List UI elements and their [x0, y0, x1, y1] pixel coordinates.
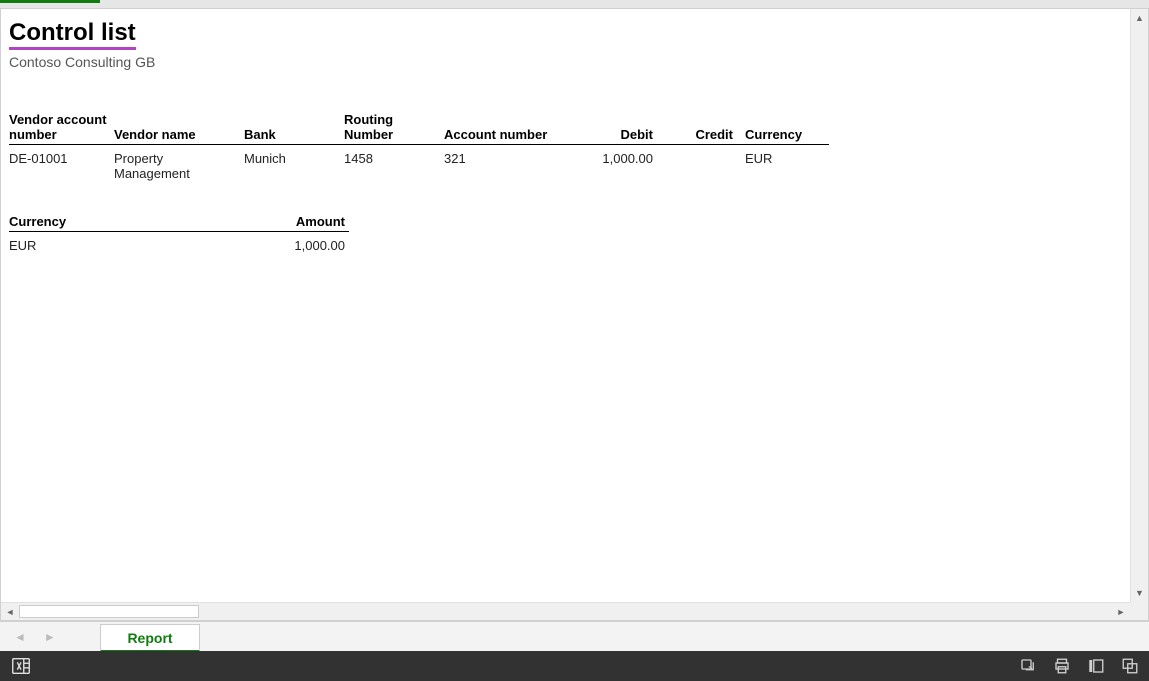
scell-amount: 1,000.00: [209, 232, 349, 260]
scroll-corner: [1130, 602, 1148, 620]
page-layout-icon[interactable]: [1087, 657, 1105, 675]
status-left: [10, 655, 32, 677]
table-row: DE-01001 Property Management Munich 1458…: [9, 145, 829, 188]
report-viewer: Control list Contoso Consulting GB Vendo…: [0, 8, 1149, 621]
col-vendor-account: Vendor account number: [9, 110, 114, 145]
col-debit: Debit: [594, 110, 659, 145]
scroll-left-icon[interactable]: ◄: [1, 603, 19, 620]
scroll-up-icon[interactable]: ▲: [1131, 9, 1148, 27]
vertical-scrollbar[interactable]: ▲ ▼: [1130, 9, 1148, 602]
vendor-table: Vendor account number Vendor name Bank R…: [9, 110, 829, 187]
sheet-tab-bar: ◄ ► Report: [0, 621, 1149, 651]
fullscreen-icon[interactable]: [1121, 657, 1139, 675]
refresh-icon[interactable]: [1019, 657, 1037, 675]
col-bank: Bank: [244, 110, 344, 145]
cell-bank: Munich: [244, 145, 344, 188]
col-account: Account number: [444, 110, 594, 145]
table-header-row: Vendor account number Vendor name Bank R…: [9, 110, 829, 145]
summary-table: Currency Amount EUR 1,000.00: [9, 212, 349, 259]
col-credit: Credit: [659, 110, 739, 145]
sheet-nav: ◄ ►: [0, 622, 100, 651]
scol-amount: Amount: [209, 212, 349, 232]
summary-header-row: Currency Amount: [9, 212, 349, 232]
scell-currency: EUR: [9, 232, 209, 260]
col-currency: Currency: [739, 110, 829, 145]
tab-report[interactable]: Report: [100, 624, 200, 652]
summary-row: EUR 1,000.00: [9, 232, 349, 260]
vscroll-track[interactable]: [1131, 27, 1148, 584]
cell-debit: 1,000.00: [594, 145, 659, 188]
status-right: [1019, 657, 1139, 675]
company-name: Contoso Consulting GB: [9, 54, 1122, 70]
hscroll-thumb[interactable]: [19, 605, 199, 618]
document-viewport: Control list Contoso Consulting GB Vendo…: [1, 9, 1130, 602]
scroll-right-icon[interactable]: ►: [1112, 603, 1130, 620]
col-vendor-name: Vendor name: [114, 110, 244, 145]
cell-account: 321: [444, 145, 594, 188]
cell-currency: EUR: [739, 145, 829, 188]
cell-credit: [659, 145, 739, 188]
report-title: Control list: [9, 19, 136, 50]
status-bar: [0, 651, 1149, 681]
col-routing: Routing Number: [344, 110, 444, 145]
print-icon[interactable]: [1053, 657, 1071, 675]
cell-vendor-name: Property Management: [114, 145, 244, 188]
scroll-down-icon[interactable]: ▼: [1131, 584, 1148, 602]
active-tab-indicator: [0, 0, 100, 3]
next-sheet-icon[interactable]: ►: [44, 630, 56, 644]
scol-currency: Currency: [9, 212, 209, 232]
top-strip: [0, 0, 1149, 8]
hscroll-track[interactable]: [19, 603, 1112, 620]
cell-routing: 1458: [344, 145, 444, 188]
prev-sheet-icon[interactable]: ◄: [14, 630, 26, 644]
cell-vendor-account: DE-01001: [9, 145, 114, 188]
horizontal-scrollbar[interactable]: ◄ ►: [1, 602, 1130, 620]
excel-icon[interactable]: [10, 655, 32, 677]
vscroll-thumb[interactable]: [1133, 27, 1146, 584]
